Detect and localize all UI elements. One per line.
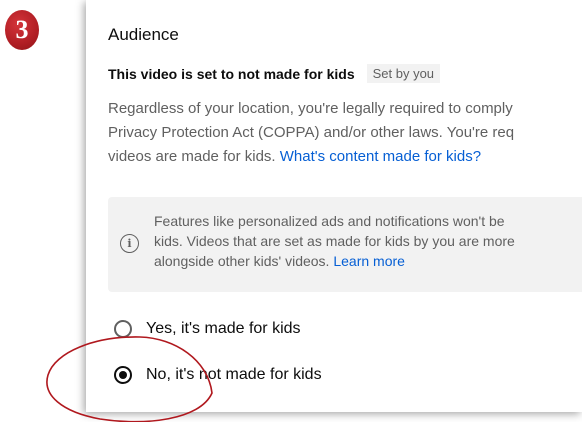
audience-card: Audience This video is set to not made f…: [86, 0, 582, 412]
step-number-badge: 3: [5, 10, 39, 50]
description-line: videos are made for kids. What's content…: [108, 145, 582, 169]
radio-label-no: No, it's not made for kids: [146, 366, 322, 383]
audience-status-text: This video is set to not made for kids: [108, 65, 355, 82]
radio-made-for-kids-yes[interactable]: Yes, it's made for kids: [114, 320, 301, 338]
audience-status-row: This video is set to not made for kids S…: [108, 64, 441, 83]
info-notice-text: Features like personalized ads and notif…: [154, 211, 515, 271]
radio-label-yes: Yes, it's made for kids: [146, 320, 301, 337]
audience-title: Audience: [108, 25, 179, 44]
info-line: Features like personalized ads and notif…: [154, 213, 505, 229]
info-line-text: alongside other kids' videos.: [154, 253, 334, 269]
radio-checked-icon[interactable]: [114, 366, 132, 384]
description-line-text: videos are made for kids.: [108, 148, 280, 165]
set-by-you-chip: Set by you: [366, 64, 441, 83]
info-notice: i Features like personalized ads and not…: [108, 197, 582, 292]
audience-description: Regardless of your location, you're lega…: [108, 97, 582, 169]
learn-more-link[interactable]: Learn more: [333, 253, 405, 269]
radio-made-for-kids-no[interactable]: No, it's not made for kids: [114, 366, 322, 384]
info-line: alongside other kids' videos. Learn more: [154, 251, 515, 271]
description-line: Regardless of your location, you're lega…: [108, 100, 513, 117]
description-line: Privacy Protection Act (COPPA) and/or ot…: [108, 124, 515, 141]
radio-unchecked-icon[interactable]: [114, 320, 132, 338]
info-circle-icon: i: [120, 234, 139, 253]
content-made-for-kids-link[interactable]: What's content made for kids?: [280, 148, 481, 165]
info-line: kids. Videos that are set as made for ki…: [154, 233, 515, 249]
radio-dot: [119, 371, 127, 379]
